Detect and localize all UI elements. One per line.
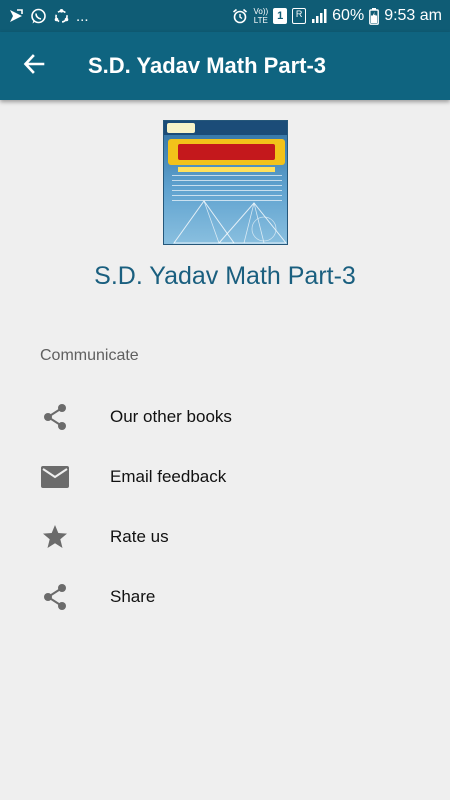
app-title: S.D. Yadav Math Part-3 <box>88 53 327 78</box>
email-icon <box>40 462 70 492</box>
cover-title-plate <box>178 144 275 160</box>
book-title: S.D. Yadav Math Part-3 <box>94 262 356 290</box>
cover-subtitle-strip <box>178 167 275 172</box>
cover-publisher-tag <box>167 123 195 133</box>
arrow-back-icon <box>23 53 45 80</box>
menu-label-share: Share <box>110 587 156 606</box>
battery-icon <box>369 7 380 25</box>
notification-app-icon <box>8 8 24 24</box>
cover-title-band <box>168 139 285 165</box>
share-icon <box>40 402 70 432</box>
status-bar: ... Vo)) LTE 1 R 60% 9:53 am <box>0 0 450 32</box>
cover-geometry-art <box>173 200 287 244</box>
data-roaming-icon: R <box>292 8 307 24</box>
back-button[interactable] <box>0 32 68 100</box>
sync-icon <box>53 8 70 25</box>
battery-percent: 60% <box>332 7 365 24</box>
app-bar: S.D. Yadav Math Part-3 <box>0 32 450 100</box>
menu-label-email-feedback: Email feedback <box>110 467 227 486</box>
status-notifications: ... <box>8 8 89 25</box>
sim-icon: 1 <box>273 8 288 24</box>
alarm-icon <box>232 8 248 24</box>
menu-item-rate-us[interactable]: Rate us <box>0 507 450 567</box>
communicate-header: Communicate <box>40 347 139 364</box>
status-time: 9:53 am <box>384 7 442 24</box>
whatsapp-icon <box>30 8 47 25</box>
menu-item-email-feedback[interactable]: Email feedback <box>0 447 450 507</box>
menu-label-our-other-books: Our other books <box>110 407 232 426</box>
menu-item-our-other-books[interactable]: Our other books <box>0 387 450 447</box>
signal-letter: R <box>295 9 303 19</box>
status-system: Vo)) LTE 1 R 60% 9:53 am <box>232 7 442 25</box>
menu-label-rate-us: Rate us <box>110 527 169 546</box>
menu-item-share[interactable]: Share <box>0 567 450 627</box>
signal-icon <box>311 8 327 24</box>
star-icon <box>40 522 70 552</box>
volte-label: Vo)) <box>253 7 269 16</box>
share-icon <box>40 582 70 612</box>
sim-number: 1 <box>277 10 284 22</box>
book-cover-image <box>163 120 288 245</box>
volte-icon: Vo)) LTE <box>253 7 268 25</box>
lte-label: LTE <box>253 16 268 25</box>
notification-more: ... <box>76 7 89 25</box>
